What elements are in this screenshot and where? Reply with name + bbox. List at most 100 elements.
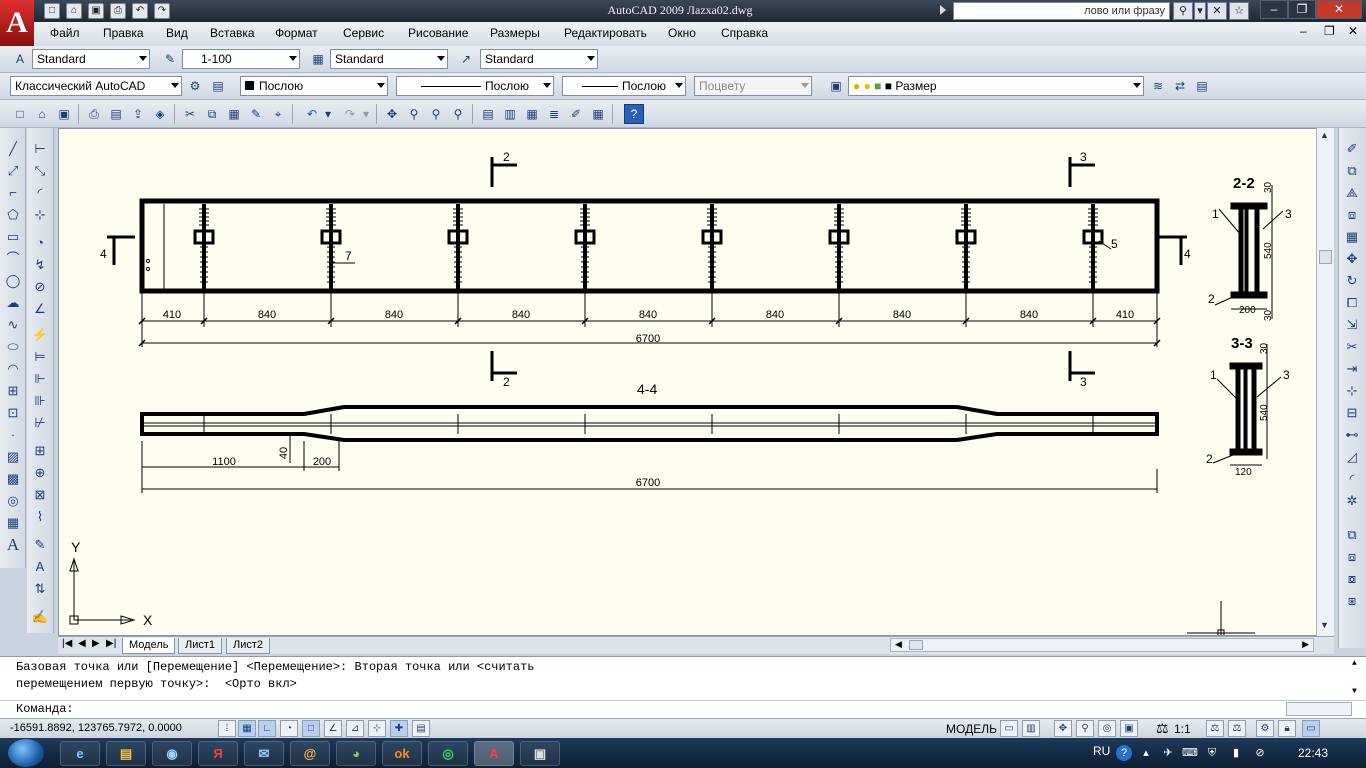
- lineweight-display-icon[interactable]: ✚: [390, 720, 408, 737]
- snap-mode-icon[interactable]: ⁞: [218, 720, 236, 737]
- ellipse-icon[interactable]: ⬭: [3, 338, 23, 356]
- scale-icon[interactable]: ⧠: [1342, 294, 1362, 312]
- arc-icon[interactable]: ⌒: [3, 250, 23, 268]
- menu-edit[interactable]: Правка: [103, 26, 144, 40]
- auto-scale-icon[interactable]: ⚖: [1228, 720, 1246, 737]
- tab-sheet2[interactable]: Лист2: [226, 638, 271, 654]
- jogged-linear-icon[interactable]: ⌇: [30, 508, 50, 526]
- multileader-style-select[interactable]: Standard: [480, 49, 598, 69]
- fillet-icon[interactable]: ◜: [1342, 470, 1362, 488]
- polar-tracking-icon[interactable]: ◔: [280, 720, 298, 737]
- horizontal-scroll-thumb[interactable]: [909, 640, 923, 650]
- linetype-select[interactable]: Послою: [396, 76, 554, 96]
- properties-icon[interactable]: ▤: [478, 104, 498, 124]
- break-icon[interactable]: ⊟: [1342, 404, 1362, 422]
- draw-order-icon[interactable]: ⧉: [1342, 526, 1362, 544]
- object-snap-icon[interactable]: □: [302, 720, 320, 737]
- menu-window[interactable]: Окно: [668, 26, 696, 40]
- application-menu-button[interactable]: A: [0, 0, 34, 46]
- drawing-canvas[interactable]: 2 3 2 3 4 4 7 5 410 840 840 840 840 840 …: [58, 128, 1334, 636]
- dim-text-edit-icon[interactable]: A: [30, 558, 50, 576]
- mail-agent-icon[interactable]: @: [290, 741, 330, 766]
- mirror-icon[interactable]: ⟁: [1342, 184, 1362, 202]
- angular-dim-icon[interactable]: ∠: [30, 300, 50, 318]
- scroll-up-icon[interactable]: ▲: [1320, 130, 1329, 140]
- open-file-icon[interactable]: ⌂: [66, 3, 82, 19]
- tab-last-icon[interactable]: ▶|: [106, 638, 116, 649]
- rectangle-icon[interactable]: ▭: [3, 228, 23, 246]
- search-input[interactable]: лово или фразу: [953, 2, 1170, 20]
- object-snap-tracking-icon[interactable]: ∠: [324, 720, 342, 737]
- vertical-scroll-thumb[interactable]: [1319, 250, 1332, 264]
- copy-icon[interactable]: ⧉: [202, 104, 222, 124]
- diameter-dim-icon[interactable]: ⊘: [30, 278, 50, 296]
- bring-to-front-icon[interactable]: ⧈: [1342, 548, 1362, 566]
- arc-length-icon[interactable]: ◜: [30, 184, 50, 202]
- menu-tools[interactable]: Сервис: [343, 26, 384, 40]
- workspace-settings-icon[interactable]: ⚙: [185, 76, 205, 96]
- line-icon[interactable]: ╱: [3, 140, 23, 158]
- dim-update-icon[interactable]: ⇅: [30, 580, 50, 598]
- start-button[interactable]: [8, 739, 44, 767]
- make-block-icon[interactable]: ⊡: [3, 404, 23, 422]
- table-style-icon[interactable]: ▦: [308, 49, 328, 69]
- dim-style-select[interactable]: 1-100: [182, 49, 300, 69]
- extend-icon[interactable]: ⇥: [1342, 360, 1362, 378]
- my-workspace-icon[interactable]: ▤: [208, 76, 228, 96]
- dim-edit-icon[interactable]: ✎: [30, 536, 50, 554]
- publish-icon[interactable]: ⇪: [128, 104, 148, 124]
- system-clock[interactable]: 22:43: [1298, 746, 1328, 760]
- join-icon[interactable]: ⊷: [1342, 426, 1362, 444]
- dynamic-input-icon[interactable]: ⊹: [368, 720, 386, 737]
- grid-display-icon[interactable]: ▦: [238, 720, 256, 737]
- menu-format[interactable]: Формат: [275, 26, 318, 40]
- close-button[interactable]: ✕: [1316, 0, 1362, 19]
- trim-icon[interactable]: ✂: [1342, 338, 1362, 356]
- print-icon[interactable]: ⎙: [110, 3, 126, 19]
- antivirus-tray-icon[interactable]: ⛨: [1204, 745, 1220, 761]
- center-mark-icon[interactable]: ⊕: [30, 464, 50, 482]
- menu-dimension[interactable]: Размеры: [490, 26, 540, 40]
- annotation-scale-icon[interactable]: ⚖: [1156, 720, 1169, 737]
- text-style-icon[interactable]: A: [10, 49, 30, 69]
- command-scroll-down-icon[interactable]: ▼: [1352, 687, 1357, 696]
- workspace-select[interactable]: Классический AutoCAD: [10, 76, 182, 96]
- multiline-text-icon[interactable]: A: [3, 536, 23, 554]
- workspace-switching-icon[interactable]: ⚙: [1256, 720, 1274, 737]
- search-icon[interactable]: ⚲: [1173, 2, 1193, 20]
- paste-icon[interactable]: ▦: [224, 104, 244, 124]
- dim-style-manager-icon[interactable]: ✍: [30, 608, 50, 626]
- gradient-icon[interactable]: ▩: [3, 470, 23, 488]
- radius-dim-icon[interactable]: ◔: [30, 234, 50, 252]
- help-icon[interactable]: ?: [624, 104, 644, 124]
- jogged-dim-icon[interactable]: ↯: [30, 256, 50, 274]
- layer-previous-icon[interactable]: ⇄: [1170, 76, 1190, 96]
- horizontal-scrollbar[interactable]: ◀ ▶: [890, 638, 1314, 652]
- text-style-select[interactable]: Standard: [32, 49, 150, 69]
- media-player-icon[interactable]: ◉: [152, 741, 192, 766]
- construction-line-icon[interactable]: ⤢: [3, 162, 23, 180]
- showmotion-icon[interactable]: ▣: [1120, 720, 1138, 737]
- doc-minimize-icon[interactable]: –: [1300, 24, 1307, 38]
- move-icon[interactable]: ✥: [1342, 250, 1362, 268]
- hatch-icon[interactable]: ▨: [3, 448, 23, 466]
- spline-icon[interactable]: ∿: [3, 316, 23, 334]
- quick-properties-icon[interactable]: ▤: [412, 720, 430, 737]
- steering-wheel-icon[interactable]: ◎: [1098, 720, 1116, 737]
- menu-draw[interactable]: Рисование: [408, 26, 468, 40]
- save-icon[interactable]: ▣: [88, 3, 104, 19]
- save-toolbar-icon[interactable]: ▣: [54, 104, 74, 124]
- chrome-icon[interactable]: ◕: [336, 741, 376, 766]
- network-tray-icon[interactable]: ▮: [1228, 745, 1244, 761]
- linear-dim-icon[interactable]: ⊢: [30, 140, 50, 158]
- tab-prev-icon[interactable]: ◀: [78, 638, 86, 649]
- undo-dropdown-icon[interactable]: ▾: [322, 104, 334, 124]
- layer-states-icon[interactable]: ▤: [1192, 76, 1212, 96]
- menu-insert[interactable]: Вставка: [210, 26, 255, 40]
- sheet-set-icon[interactable]: ≣: [544, 104, 564, 124]
- ordinate-dim-icon[interactable]: ⊹: [30, 206, 50, 224]
- minimize-button[interactable]: –: [1260, 0, 1288, 19]
- maximize-button[interactable]: ❐: [1288, 0, 1316, 19]
- zoom-window-icon[interactable]: ⚲: [426, 104, 446, 124]
- cut-icon[interactable]: ✂: [180, 104, 200, 124]
